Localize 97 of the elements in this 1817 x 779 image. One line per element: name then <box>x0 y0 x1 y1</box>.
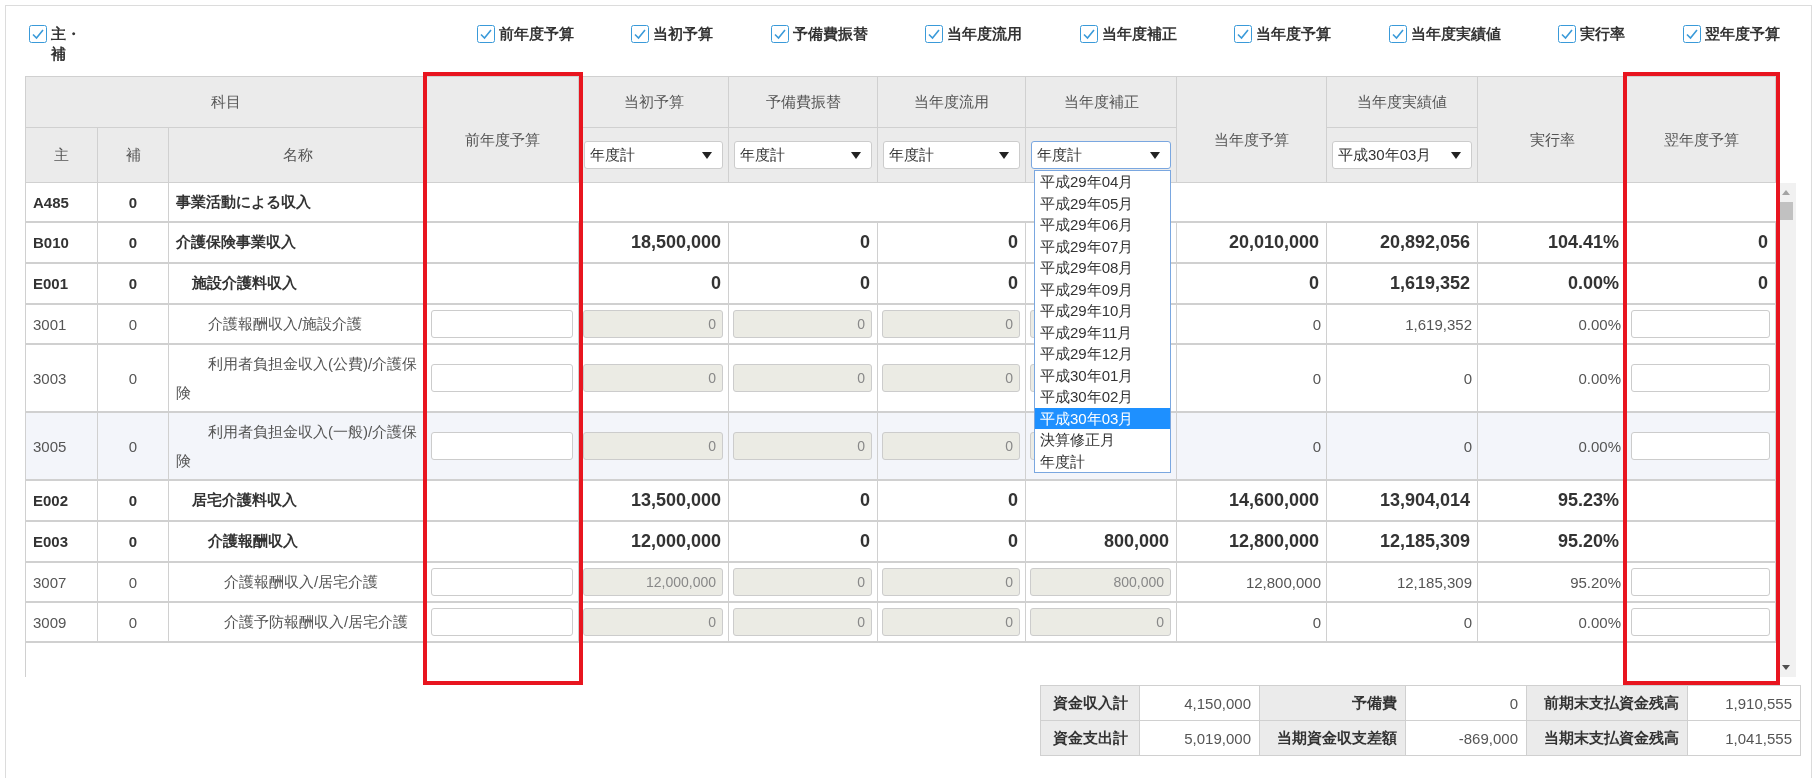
input-field: 0 <box>733 568 872 596</box>
summary-label: 当期資金収支差額 <box>1260 721 1406 756</box>
checkbox-label: 当初予算 <box>653 24 714 44</box>
caret-icon <box>851 151 861 159</box>
checkbox[interactable] <box>1388 25 1407 43</box>
caret-icon <box>1451 151 1461 159</box>
dropdown[interactable]: 平成30年03月 <box>1332 141 1472 169</box>
column-header: 当年度予算 <box>1177 77 1327 183</box>
dropdown-option[interactable]: 平成30年01月 <box>1035 364 1170 386</box>
column-header: 前年度予算 <box>427 77 579 183</box>
dropdown-option[interactable]: 決算修正月 <box>1035 429 1170 451</box>
input-field: 0 <box>882 568 1020 596</box>
checkbox-label: 当年度予算 <box>1256 24 1332 44</box>
column-header: 補 <box>98 128 169 183</box>
input-field: 0 <box>733 364 872 392</box>
table-cell: 0 <box>1327 603 1478 643</box>
table-cell: 3009 <box>26 603 98 643</box>
input-field[interactable] <box>431 608 573 636</box>
checkbox[interactable] <box>1558 25 1577 43</box>
checkbox-label: 前年度予算 <box>498 24 574 44</box>
checkbox-label: 当年度流用 <box>947 24 1023 44</box>
checkbox-label: 当年度実績値 <box>1410 24 1501 44</box>
input-field: 0 <box>882 432 1020 460</box>
column-header: 当年度流用 <box>878 77 1026 128</box>
input-field: 0 <box>583 364 723 392</box>
dropdown-option[interactable]: 平成30年02月 <box>1035 386 1170 408</box>
input-field[interactable] <box>431 310 573 338</box>
checkbox-label: 予備費振替 <box>792 24 868 44</box>
input-field: 0 <box>882 608 1020 636</box>
checkbox[interactable] <box>770 25 789 43</box>
table-cell: 0 <box>98 413 169 481</box>
input-field: 0 <box>583 608 723 636</box>
input-field[interactable] <box>431 568 573 596</box>
summary-label: 前期末支払資金残高 <box>1527 686 1688 721</box>
table-cell: 0 <box>1177 603 1327 643</box>
summary-label: 予備費 <box>1260 686 1406 721</box>
dropdown-option[interactable]: 平成29年09月 <box>1035 278 1170 300</box>
summary-value: 1,910,555 <box>1688 686 1801 721</box>
input-field: 0 <box>882 364 1020 392</box>
checkbox-label: 実行率 <box>1580 24 1626 44</box>
checkbox[interactable] <box>1682 25 1701 43</box>
dropdown[interactable]: 年度計 <box>883 141 1020 169</box>
input-field: 0 <box>733 608 872 636</box>
table-cell: 3005 <box>26 413 98 481</box>
table-cell: 0 <box>1327 413 1478 481</box>
dropdown-option[interactable]: 平成29年06月 <box>1035 214 1170 236</box>
input-field[interactable] <box>431 364 573 392</box>
dropdown[interactable]: 年度計 <box>584 141 723 169</box>
input-field: 0 <box>882 310 1020 338</box>
dropdown-option[interactable]: 平成29年07月 <box>1035 235 1170 257</box>
checkbox[interactable] <box>631 25 650 43</box>
input-field: 0 <box>733 310 872 338</box>
dropdown-option[interactable]: 平成29年11月 <box>1035 321 1170 343</box>
summary-value: 1,041,555 <box>1688 721 1801 756</box>
input-field: 0 <box>583 310 723 338</box>
caret-icon <box>1150 151 1160 159</box>
input-field[interactable] <box>1631 310 1770 338</box>
dropdown[interactable]: 年度計 <box>734 141 872 169</box>
input-field[interactable] <box>1631 608 1770 636</box>
summary-label: 当期末支払資金残高 <box>1527 721 1688 756</box>
column-header: 主 <box>26 128 98 183</box>
input-field[interactable] <box>431 432 573 460</box>
dropdown-option[interactable]: 平成29年10月 <box>1035 300 1170 322</box>
checkbox-label: 主・補 <box>51 24 81 64</box>
checkbox-label: 当年度補正 <box>1101 24 1177 44</box>
dropdown-option[interactable]: 平成29年12月 <box>1035 343 1170 365</box>
input-field[interactable] <box>1631 568 1770 596</box>
table-cell: 0.00% <box>1478 603 1627 643</box>
checkbox[interactable] <box>476 25 495 43</box>
input-field: 800,000 <box>1030 568 1171 596</box>
column-header: 予備費振替 <box>729 77 878 128</box>
caret-icon <box>999 151 1009 159</box>
input-field[interactable] <box>1631 432 1770 460</box>
summary-label: 資金支出計 <box>1041 721 1140 756</box>
column-header: 当年度補正 <box>1026 77 1177 128</box>
checkbox-label: 翌年度予算 <box>1704 24 1780 44</box>
caret-icon <box>702 151 712 159</box>
input-field[interactable] <box>1631 364 1770 392</box>
column-header: 翌年度予算 <box>1627 77 1776 183</box>
input-field: 0 <box>583 432 723 460</box>
checkbox[interactable] <box>29 25 47 43</box>
dropdown-option[interactable]: 年度計 <box>1035 450 1170 472</box>
table-cell: 0 <box>98 603 169 643</box>
table-cell: 介護予防報酬収入/居宅介護 <box>169 603 427 643</box>
dropdown-option[interactable]: 平成29年08月 <box>1035 257 1170 279</box>
dropdown-option[interactable]: 平成29年04月 <box>1035 171 1170 193</box>
input-field: 0 <box>1030 608 1171 636</box>
column-header: 当年度実績値 <box>1327 77 1478 128</box>
checkbox[interactable] <box>1079 25 1098 43</box>
checkbox[interactable] <box>925 25 944 43</box>
summary-label: 資金収入計 <box>1041 686 1140 721</box>
dropdown-option[interactable]: 平成29年05月 <box>1035 192 1170 214</box>
input-field: 0 <box>733 432 872 460</box>
table-cell: 0 <box>1177 413 1327 481</box>
checkbox[interactable] <box>1234 25 1253 43</box>
dropdown[interactable]: 年度計 <box>1031 141 1171 169</box>
input-field: 12,000,000 <box>583 568 723 596</box>
